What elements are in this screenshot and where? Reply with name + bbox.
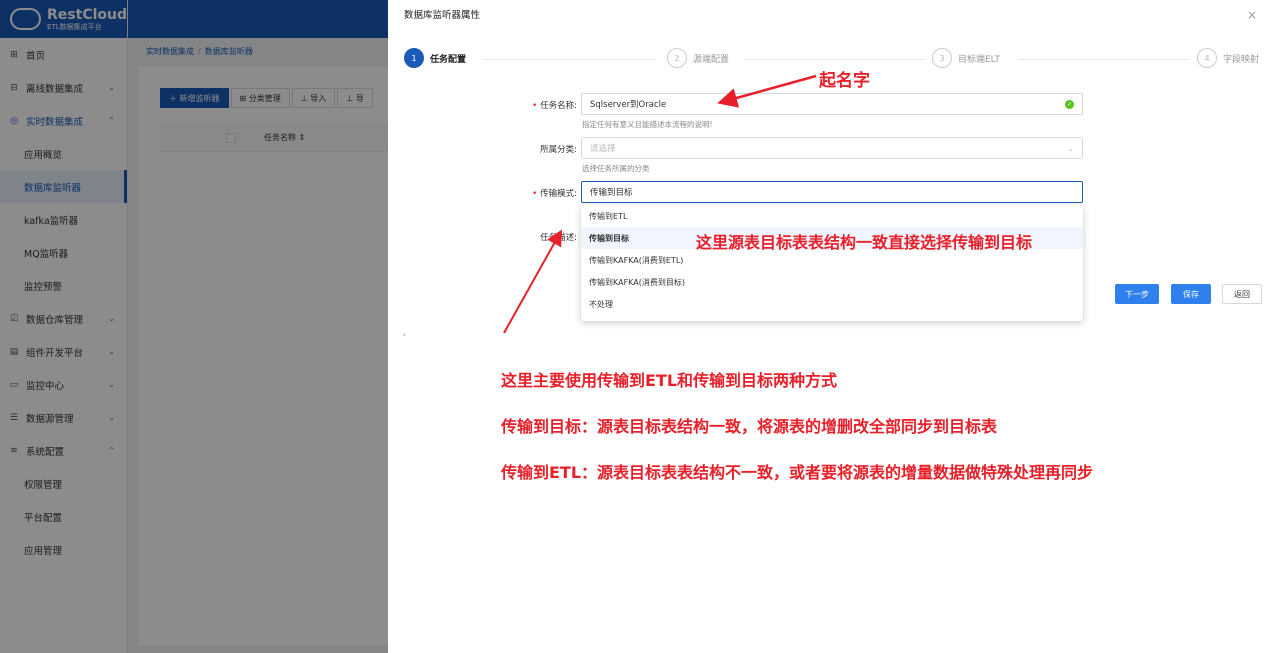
task-name-value: Sqlserver到Oracle [590, 100, 667, 110]
transfer-mode-dropdown: 传输到ETL 传输到目标 传输到KAFKA(消费到ETL) 传输到KAFKA(消… [581, 205, 1083, 321]
step-source-config[interactable]: 2 源端配置 [667, 48, 729, 68]
category-label: 所属分类: [540, 145, 577, 155]
option-none[interactable]: 不处理 [581, 293, 1083, 315]
transfer-mode-select[interactable]: 传输到目标 [581, 181, 1083, 203]
step-number: 2 [667, 48, 687, 68]
step-number: 4 [1197, 48, 1217, 68]
option-kafka-target[interactable]: 传输到KAFKA(消费到目标) [581, 271, 1083, 293]
task-name-label: • 任务名称: [532, 101, 577, 111]
annotation-line1: 这里主要使用传输到ETL和传输到目标两种方式 [501, 371, 838, 390]
annotation-line3: 传输到ETL：源表目标表表结构不一致，或者要将源表的增量数据做特殊处理再同步 [501, 463, 1094, 482]
step-connector [744, 59, 924, 60]
transfer-mode-value: 传输到目标 [590, 188, 633, 198]
step-connector [484, 59, 656, 60]
close-icon[interactable]: × [1247, 8, 1257, 22]
annotation-name: 起名字 [819, 71, 870, 91]
step-target-elt[interactable]: 3 目标端ELT [932, 48, 1000, 68]
next-button[interactable]: 下一步 [1115, 284, 1159, 304]
task-name-input[interactable]: Sqlserver到Oracle ✓ [581, 93, 1083, 115]
step-label: 目标端ELT [958, 54, 1000, 65]
step-label: 字段映射 [1223, 54, 1260, 65]
category-hint: 选择任务所属的分类 [582, 164, 650, 173]
drawer-title: 数据库监听器属性 [404, 10, 481, 21]
step-label: 任务配置 [430, 54, 467, 65]
task-name-hint: 指定任何有意义且能描述本流程的说明! [582, 120, 713, 129]
category-placeholder: 请选择 [590, 144, 616, 154]
step-number: 3 [932, 48, 952, 68]
modal-mask[interactable] [0, 0, 388, 653]
step-number: 1 [404, 48, 424, 68]
stray-mark: , [403, 328, 406, 337]
check-icon: ✓ [1065, 99, 1074, 109]
annotation-line2: 传输到目标：源表目标表结构一致，将源表的增删改全部同步到目标表 [501, 417, 998, 436]
transfer-mode-label: • 传输模式: [532, 189, 577, 199]
step-field-mapping[interactable]: 4 字段映射 [1197, 48, 1259, 68]
back-button[interactable]: 返回 [1222, 284, 1262, 304]
task-desc-label: 任务描述: [540, 233, 577, 243]
listener-properties-drawer: 数据库监听器属性 × 1 任务配置 2 源端配置 3 目标端ELT 4 字段映射… [388, 0, 1265, 653]
step-task-config[interactable]: 1 任务配置 [404, 48, 466, 68]
step-label: 源端配置 [693, 54, 730, 65]
chevron-down-icon: ⌄ [1067, 143, 1074, 153]
category-select[interactable]: 请选择 ⌄ [581, 137, 1083, 159]
save-button[interactable]: 保存 [1171, 284, 1211, 304]
step-connector [1018, 59, 1188, 60]
option-etl[interactable]: 传输到ETL [581, 205, 1083, 227]
annotation-option: 这里源表目标表表结构一致直接选择传输到目标 [696, 233, 1033, 252]
arrow-to-option [503, 229, 562, 334]
